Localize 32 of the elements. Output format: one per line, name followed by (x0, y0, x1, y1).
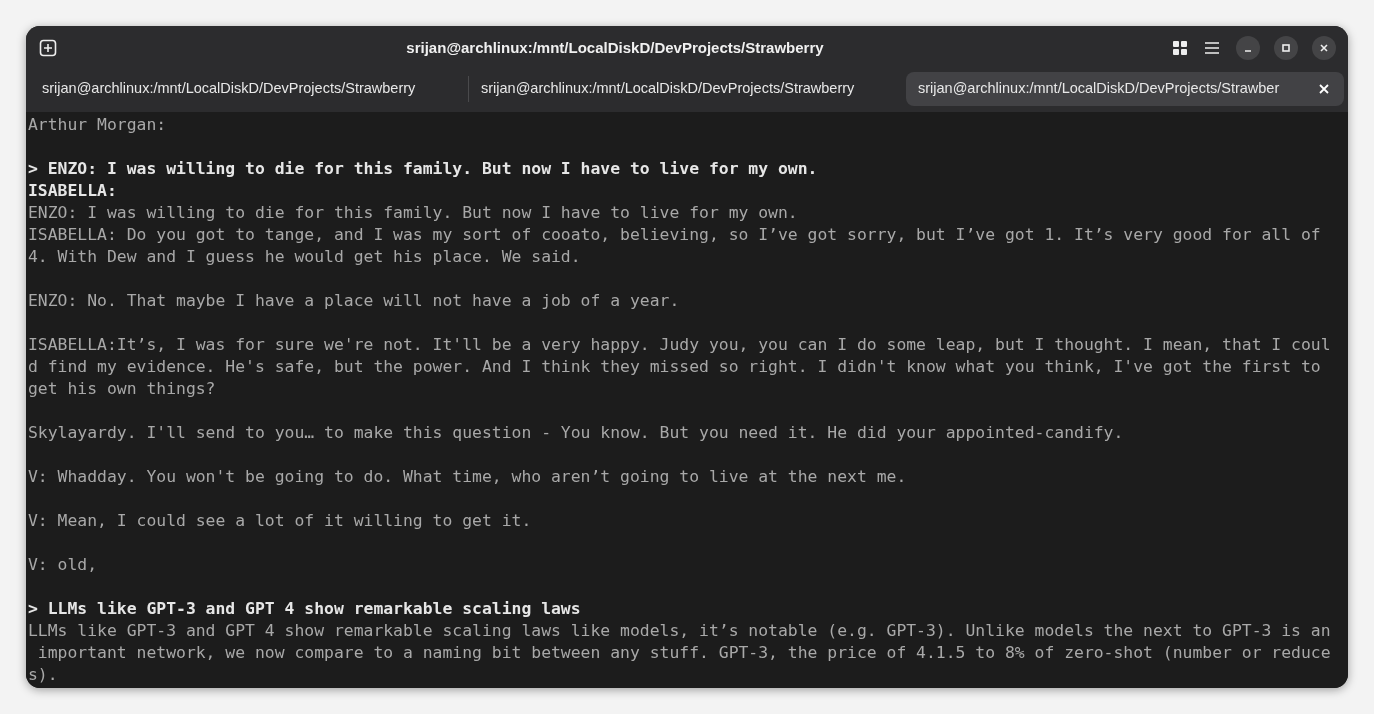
terminal-line: s). (28, 664, 59, 686)
terminal-line: V: old, (28, 554, 99, 576)
terminal-line: ISABELLA:It’s, I was for sure we're not. It'll be a very happy. Judy you, you can I do some leap, but I thought. I mean, that I coul (28, 334, 1332, 356)
maximize-button[interactable] (1274, 36, 1298, 60)
tab[interactable]: srijan@archlinux:/mnt/LocalDiskD/DevProjects/Strawberry (469, 72, 906, 106)
tab[interactable]: srijan@archlinux:/mnt/LocalDiskD/DevProjects/Strawberry (30, 72, 468, 106)
minimize-button[interactable] (1236, 36, 1260, 60)
grid-icon[interactable] (1172, 39, 1190, 57)
terminal-line: ENZO: No. That maybe I have a place will not have a job of a year. (28, 290, 681, 312)
minimize-icon (1244, 50, 1252, 52)
window-title: srijan@archlinux:/mnt/LocalDiskD/DevProjects/Strawberry (406, 37, 824, 58)
terminal-line: ENZO: I was willing to die for this family. But now I have to live for my own. (28, 202, 799, 224)
terminal-line: get his own things? (28, 378, 217, 400)
terminal-line: ISABELLA: Do you got to tange, and I was my sort of cooato, believing, so I’ve got sorry, but I’ve got 1. It’s very good for all of (28, 224, 1322, 246)
terminal-line: V: Whadday. You won't be going to do. What time, who aren’t going to live at the next me. (28, 466, 908, 488)
close-tab-icon[interactable] (1318, 82, 1332, 96)
terminal-line: important network, we now compare to a naming bit between any stuff. GPT-3, the price of 4.1.5 to 8% of zero-shot (number or reduce (36, 642, 1332, 664)
close-icon (1319, 43, 1329, 53)
tab[interactable]: srijan@archlinux:/mnt/LocalDiskD/DevProjects/Strawber (906, 72, 1344, 106)
terminal-line: Arthur Morgan: (28, 114, 168, 136)
terminal-line: 4. With Dew and I guess he would get his place. We said. (28, 246, 582, 268)
menu-icon[interactable] (1204, 39, 1222, 57)
new-tab-icon[interactable] (38, 38, 58, 58)
terminal-line: > LLMs like GPT-3 and GPT 4 show remarkable scaling laws (28, 598, 582, 620)
terminal-line: V: Mean, I could see a lot of it willing to get it. (28, 510, 533, 532)
terminal-line: d find my evidence. He's safe, but the power. And I think they missed so right. I didn't know what you think, I've got the first to (28, 356, 1322, 378)
terminal-line: > ENZO: I was willing to die for this family. But now I have to live for my own. (28, 158, 819, 180)
terminal-line: LLMs like GPT-3 and GPT 4 show remarkable scaling laws like models, it’s notable (e.g. GPT-3). Unlike models the next to GPT-3 is an (28, 620, 1332, 642)
close-button[interactable] (1312, 36, 1336, 60)
terminal-line: ISABELLA: (28, 180, 118, 202)
terminal-line: Skylayardy. I'll send to you… to make this question - You know. But you need it. He did your appointed-candify. (28, 422, 1125, 444)
maximize-icon (1281, 43, 1291, 53)
